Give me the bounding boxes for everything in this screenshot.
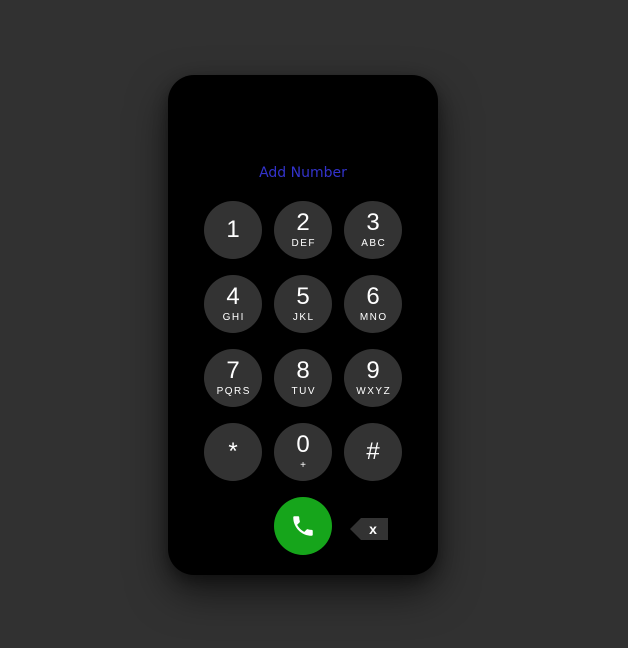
key-hash[interactable]: # xyxy=(344,423,402,481)
key-letters: + xyxy=(300,460,308,471)
key-star[interactable]: * xyxy=(204,423,262,481)
key-7[interactable]: 7 PQRS xyxy=(204,349,262,407)
key-digit: 1 xyxy=(226,216,240,243)
phone-icon xyxy=(293,516,313,536)
key-2[interactable]: 2 DEF xyxy=(274,201,332,259)
key-letters: TUV xyxy=(291,386,316,397)
key-4[interactable]: 4 GHI xyxy=(204,275,262,333)
key-digit: 2 xyxy=(296,209,310,236)
phone-dialer: Add Number 1 2 DEF 3 ABC 4 GHI 5 JKL 6 M… xyxy=(168,75,438,575)
backspace-label: x xyxy=(369,521,377,537)
key-digit: 8 xyxy=(296,357,310,384)
key-6[interactable]: 6 MNO xyxy=(344,275,402,333)
key-digit: 5 xyxy=(296,283,310,310)
key-letters: GHI xyxy=(222,312,245,323)
backspace-button[interactable]: x xyxy=(350,518,388,540)
key-digit: * xyxy=(228,438,238,465)
key-letters: MNO xyxy=(359,312,388,323)
key-9[interactable]: 9 WXYZ xyxy=(344,349,402,407)
key-letters: DEF xyxy=(291,238,316,249)
key-digit: # xyxy=(366,438,380,465)
add-number-link[interactable]: Add Number xyxy=(168,165,438,181)
key-letters: PQRS xyxy=(216,386,251,397)
key-letters: WXYZ xyxy=(356,386,392,397)
key-8[interactable]: 8 TUV xyxy=(274,349,332,407)
key-digit: 6 xyxy=(366,283,380,310)
key-letters: JKL xyxy=(292,312,315,323)
key-digit: 0 xyxy=(296,431,310,458)
key-3[interactable]: 3 ABC xyxy=(344,201,402,259)
key-digit: 3 xyxy=(366,209,380,236)
key-digit: 7 xyxy=(226,357,240,384)
key-5[interactable]: 5 JKL xyxy=(274,275,332,333)
key-letters: ABC xyxy=(361,238,387,249)
call-button[interactable] xyxy=(274,497,332,555)
key-digit: 9 xyxy=(366,357,380,384)
key-1[interactable]: 1 xyxy=(204,201,262,259)
key-digit: 4 xyxy=(226,283,240,310)
key-0[interactable]: 0 + xyxy=(274,423,332,481)
